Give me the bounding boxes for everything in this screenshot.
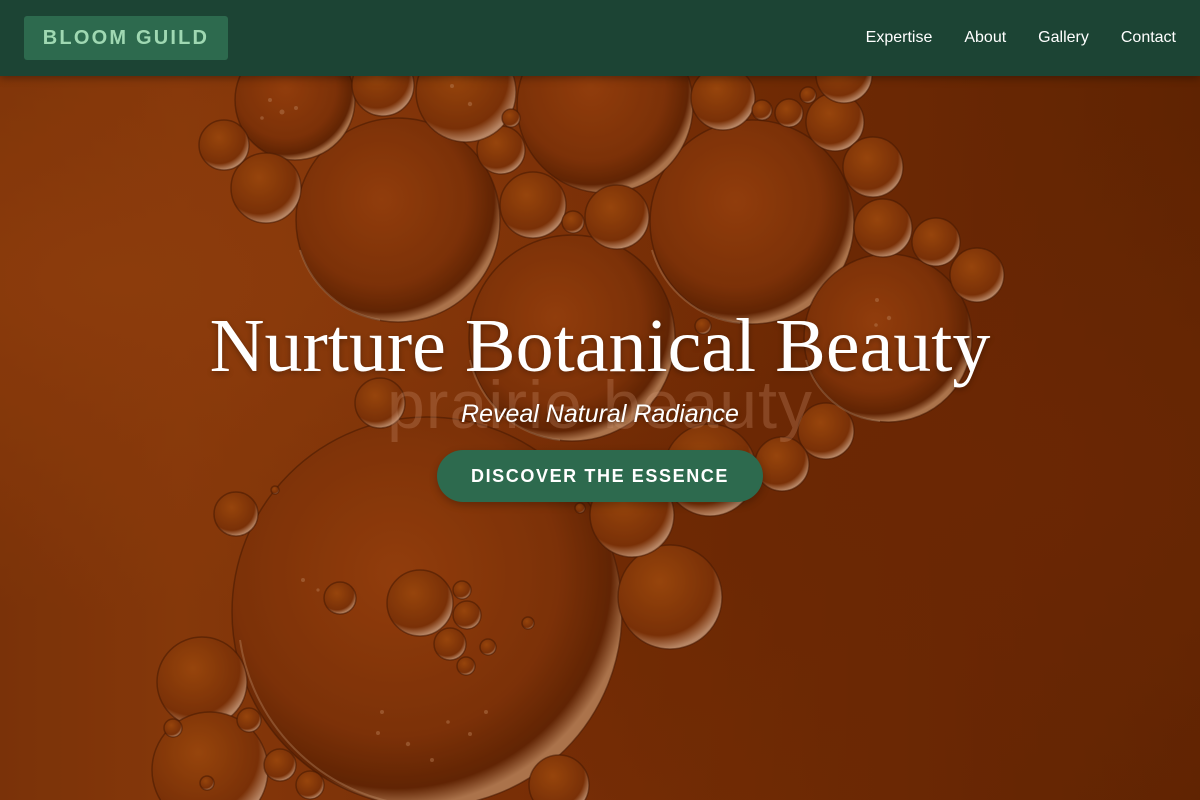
nav-links: Expertise About Gallery Contact <box>866 0 1176 76</box>
hero-section: prairie beauty Nurture Botanical Beauty … <box>0 0 1200 800</box>
nav-link-about[interactable]: About <box>964 29 1006 47</box>
navbar: BLOOM GUILD Expertise About Gallery Cont… <box>0 0 1200 76</box>
nav-link-gallery[interactable]: Gallery <box>1038 29 1089 47</box>
nav-link-expertise[interactable]: Expertise <box>866 29 933 47</box>
brand-logo[interactable]: BLOOM GUILD <box>24 16 228 60</box>
hero-subtitle: Reveal Natural Radiance <box>461 400 739 428</box>
hero-title: Nurture Botanical Beauty <box>209 304 991 388</box>
nav-link-contact[interactable]: Contact <box>1121 29 1176 47</box>
discover-essence-button[interactable]: DISCOVER THE ESSENCE <box>437 450 763 502</box>
